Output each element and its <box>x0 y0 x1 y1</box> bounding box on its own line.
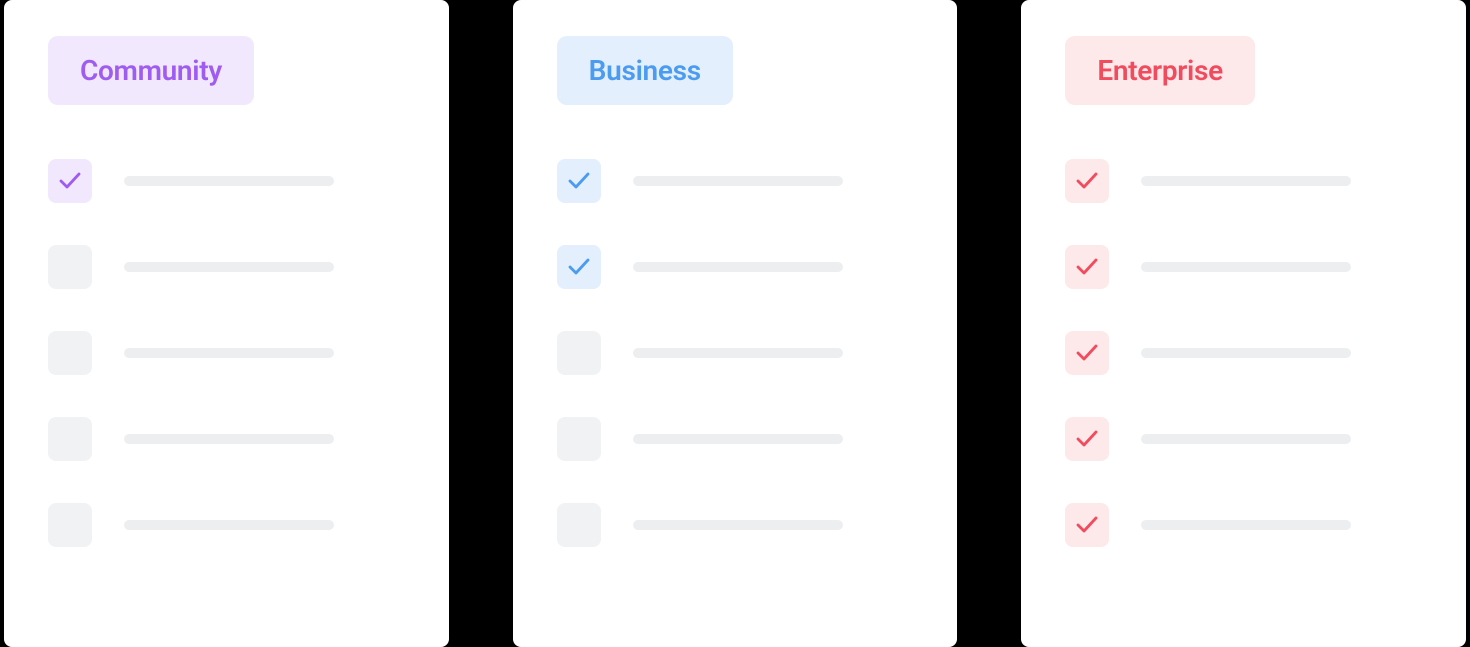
feature-row <box>48 417 405 461</box>
feature-row <box>48 159 405 203</box>
feature-list-community <box>48 159 405 547</box>
uncheck-box <box>557 331 601 375</box>
feature-row <box>557 245 914 289</box>
feature-row <box>1065 503 1422 547</box>
feature-row <box>1065 159 1422 203</box>
uncheck-box <box>48 417 92 461</box>
feature-row <box>557 417 914 461</box>
feature-row <box>1065 245 1422 289</box>
check-icon <box>1065 331 1109 375</box>
feature-placeholder-bar <box>124 434 334 444</box>
check-icon <box>557 159 601 203</box>
feature-placeholder-bar <box>633 434 843 444</box>
feature-row <box>48 245 405 289</box>
feature-row <box>48 331 405 375</box>
check-icon <box>48 159 92 203</box>
feature-placeholder-bar <box>1141 348 1351 358</box>
check-icon <box>1065 417 1109 461</box>
check-icon <box>1065 503 1109 547</box>
feature-placeholder-bar <box>124 176 334 186</box>
feature-row <box>557 331 914 375</box>
feature-row <box>557 503 914 547</box>
feature-placeholder-bar <box>1141 434 1351 444</box>
uncheck-box <box>48 331 92 375</box>
check-icon <box>1065 159 1109 203</box>
feature-list-enterprise <box>1065 159 1422 547</box>
feature-placeholder-bar <box>124 348 334 358</box>
feature-placeholder-bar <box>1141 262 1351 272</box>
feature-placeholder-bar <box>633 262 843 272</box>
feature-placeholder-bar <box>1141 176 1351 186</box>
feature-placeholder-bar <box>124 520 334 530</box>
tier-badge-community: Community <box>48 36 254 105</box>
feature-placeholder-bar <box>124 262 334 272</box>
feature-row <box>1065 417 1422 461</box>
uncheck-box <box>557 417 601 461</box>
tier-badge-enterprise: Enterprise <box>1065 36 1255 105</box>
check-icon <box>1065 245 1109 289</box>
check-icon <box>557 245 601 289</box>
feature-list-business <box>557 159 914 547</box>
uncheck-box <box>48 503 92 547</box>
feature-row <box>1065 331 1422 375</box>
feature-placeholder-bar <box>633 520 843 530</box>
tier-card-enterprise: Enterprise <box>1021 0 1466 647</box>
feature-placeholder-bar <box>1141 520 1351 530</box>
tier-card-business: Business <box>513 0 958 647</box>
uncheck-box <box>48 245 92 289</box>
feature-row <box>557 159 914 203</box>
tier-badge-business: Business <box>557 36 733 105</box>
feature-row <box>48 503 405 547</box>
uncheck-box <box>557 503 601 547</box>
tier-card-community: Community <box>4 0 449 647</box>
feature-placeholder-bar <box>633 348 843 358</box>
feature-placeholder-bar <box>633 176 843 186</box>
